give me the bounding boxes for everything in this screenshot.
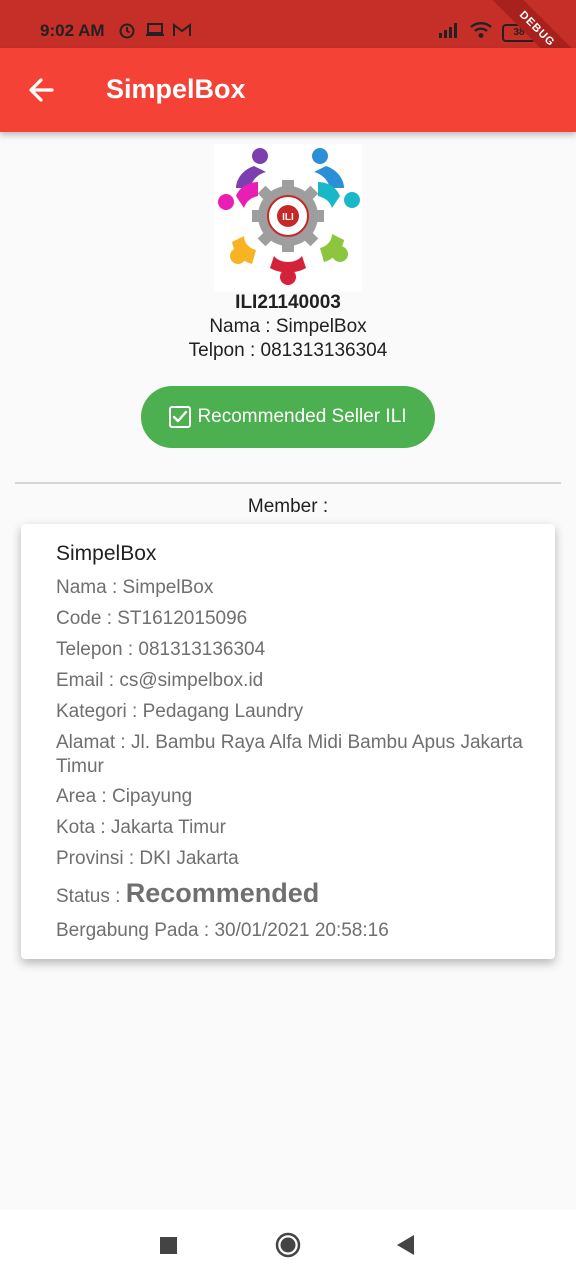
seller-logo: ILI xyxy=(214,144,362,292)
divider xyxy=(15,482,561,484)
recommended-seller-label: Recommended Seller ILI xyxy=(197,406,407,427)
member-email: Email : cs@simpelbox.id xyxy=(56,670,264,691)
gmail-icon xyxy=(172,21,192,44)
wifi-icon xyxy=(470,21,492,44)
back-button[interactable] xyxy=(20,68,64,112)
member-status-label: Status : xyxy=(56,886,126,907)
recommended-seller-button[interactable]: Recommended Seller ILI xyxy=(141,386,435,448)
signal-icon xyxy=(438,22,460,43)
alarm-icon xyxy=(118,21,136,44)
member-phone: Telepon : 081313136304 xyxy=(56,639,266,660)
recents-button[interactable] xyxy=(158,1232,180,1263)
member-category: Kategori : Pedagang Laundry xyxy=(56,701,304,722)
status-time: 9:02 AM xyxy=(40,21,105,40)
member-area: Area : Cipayung xyxy=(56,786,193,807)
member-status-value: Recommended xyxy=(125,878,320,908)
arrow-left-icon xyxy=(29,78,54,102)
seller-id: ILI21140003 xyxy=(235,292,341,313)
member-name: Nama : SimpelBox xyxy=(56,577,214,598)
status-bar: 9:02 AM 38 DEBUG xyxy=(0,0,576,90)
seller-phone: Telpon : 081313136304 xyxy=(188,340,388,361)
member-card-title: SimpelBox xyxy=(56,542,157,565)
member-joined: Bergabung Pada : 30/01/2021 20:58:16 xyxy=(56,920,389,941)
circle-icon xyxy=(275,1232,301,1258)
home-button[interactable] xyxy=(274,1232,302,1265)
system-navigation-bar xyxy=(0,1210,576,1280)
checkbox-checked-icon xyxy=(169,406,192,428)
member-status: Status : Recommended xyxy=(56,876,526,914)
seller-name: Nama : SimpelBox xyxy=(209,316,367,337)
member-province: Provinsi : DKI Jakarta xyxy=(56,848,239,869)
member-code: Code : ST1612015096 xyxy=(56,608,248,629)
laptop-icon xyxy=(145,21,165,44)
member-section-label: Member : xyxy=(247,496,329,517)
app-title: SimpelBox xyxy=(106,74,246,104)
member-card[interactable]: SimpelBox Nama : SimpelBox Code : ST1612… xyxy=(21,524,555,959)
square-icon xyxy=(160,1237,177,1254)
app-bar: SimpelBox xyxy=(0,48,576,132)
logo-text: ILI xyxy=(282,212,294,223)
back-nav-button[interactable] xyxy=(394,1232,416,1263)
member-address: Alamat : Jl. Bambu Raya Alfa Midi Bambu … xyxy=(56,732,523,777)
triangle-back-icon xyxy=(397,1235,414,1255)
member-city: Kota : Jakarta Timur xyxy=(56,817,227,838)
